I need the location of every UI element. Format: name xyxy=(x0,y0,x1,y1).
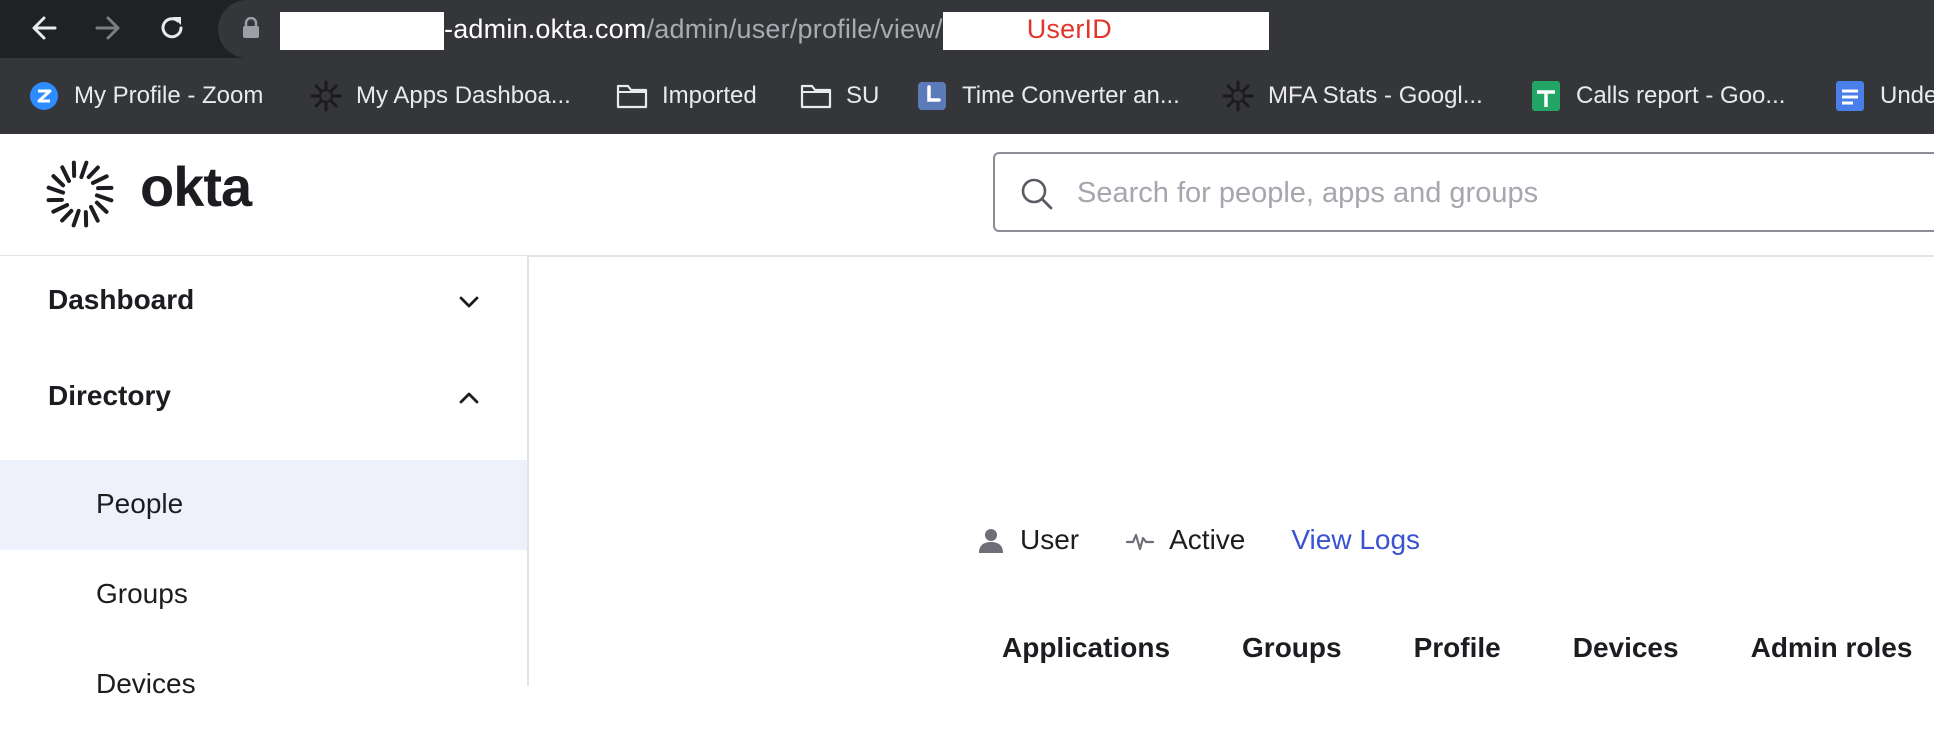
url-path: /admin/user/profile/view/ xyxy=(647,14,943,44)
bookmark-label: My Profile - Zoom xyxy=(74,82,263,110)
brand-wordmark[interactable]: okta xyxy=(140,154,251,219)
bookmark-calls-report[interactable]: Calls report - Goo... xyxy=(1530,58,1785,134)
forward-button[interactable] xyxy=(88,8,128,48)
url-text: -admin.okta.com/admin/user/profile/view/… xyxy=(280,12,1269,50)
user-tabs: Applications Groups Profile Devices Admi… xyxy=(1002,632,1934,664)
okta-logo-icon[interactable] xyxy=(46,160,114,228)
chevron-up-icon xyxy=(455,384,483,412)
app-header: okta xyxy=(0,134,1934,257)
bookmark-label: Time Converter an... xyxy=(962,82,1180,110)
sidebar-nav: Dashboard Directory People Groups Device… xyxy=(0,256,529,686)
folder-icon xyxy=(800,80,832,112)
chevron-down-icon xyxy=(455,288,483,316)
okta-icon xyxy=(310,80,342,112)
lock-icon xyxy=(242,17,260,39)
sidebar-section-directory[interactable]: Directory xyxy=(0,352,527,442)
bookmark-label: Calls report - Goo... xyxy=(1576,82,1785,110)
reload-button[interactable] xyxy=(152,8,192,48)
sidebar-section-label: Directory xyxy=(48,380,171,412)
sidebar-section-dashboard[interactable]: Dashboard xyxy=(0,256,527,346)
sidebar-item-label: Devices xyxy=(96,668,196,700)
arrow-right-icon xyxy=(93,13,123,43)
url-host: -admin.okta.com xyxy=(444,14,647,44)
sheets-icon xyxy=(1530,80,1562,112)
sidebar-item-label: People xyxy=(96,488,183,520)
redacted-subdomain xyxy=(280,12,444,50)
redacted-user-id: UserID xyxy=(943,12,1269,50)
sidebar-section-label: Dashboard xyxy=(48,284,194,316)
tab-admin-roles[interactable]: Admin roles xyxy=(1751,632,1913,664)
bookmark-time-converter[interactable]: Time Converter an... xyxy=(916,58,1180,134)
bookmark-zoom[interactable]: My Profile - Zoom xyxy=(28,58,263,134)
user-status: Active xyxy=(1125,524,1245,556)
okta-icon xyxy=(1222,80,1254,112)
user-icon xyxy=(976,525,1006,555)
bookmark-label: My Apps Dashboa... xyxy=(356,82,571,110)
bookmark-mfa-stats[interactable]: MFA Stats - Googl... xyxy=(1222,58,1483,134)
global-search[interactable] xyxy=(993,152,1934,232)
user-type: User xyxy=(976,524,1079,556)
redacted-user-id-label: UserID xyxy=(1027,14,1112,45)
user-status-label: Active xyxy=(1169,524,1245,556)
sidebar-item-label: Groups xyxy=(96,578,188,610)
bookmark-label: SU xyxy=(846,82,879,110)
sidebar-item-devices[interactable]: Devices xyxy=(0,640,527,730)
sidebar-item-groups[interactable]: Groups xyxy=(0,550,527,640)
tab-applications[interactable]: Applications xyxy=(1002,632,1170,664)
bookmark-my-apps[interactable]: My Apps Dashboa... xyxy=(310,58,571,134)
view-logs-link[interactable]: View Logs xyxy=(1291,524,1420,556)
reload-icon xyxy=(157,13,187,43)
bookmark-docs[interactable]: Unde xyxy=(1834,58,1934,134)
sidebar-item-people[interactable]: People xyxy=(0,460,527,550)
activity-pulse-icon xyxy=(1125,525,1155,555)
bookmarks-bar: My Profile - Zoom My Apps Dashboa... Imp… xyxy=(0,58,1934,135)
search-icon xyxy=(1019,176,1055,212)
browser-toolbar: -admin.okta.com/admin/user/profile/view/… xyxy=(0,0,1934,58)
address-bar[interactable]: -admin.okta.com/admin/user/profile/view/… xyxy=(218,0,1934,58)
bookmark-label: Imported xyxy=(662,82,757,110)
bookmark-label: MFA Stats - Googl... xyxy=(1268,82,1483,110)
docs-icon xyxy=(1834,80,1866,112)
zoom-icon xyxy=(28,80,60,112)
user-type-label: User xyxy=(1020,524,1079,556)
folder-icon xyxy=(616,80,648,112)
bookmark-folder-su[interactable]: SU xyxy=(800,58,879,134)
clock-icon xyxy=(916,80,948,112)
bookmark-folder-imported[interactable]: Imported xyxy=(616,58,757,134)
bookmark-label: Unde xyxy=(1880,82,1934,110)
user-status-row: User Active View Logs xyxy=(976,520,1420,560)
back-button[interactable] xyxy=(24,8,64,48)
search-input[interactable] xyxy=(1075,168,1899,218)
tab-devices[interactable]: Devices xyxy=(1573,632,1679,664)
tab-groups[interactable]: Groups xyxy=(1242,632,1342,664)
arrow-left-icon xyxy=(29,13,59,43)
tab-profile[interactable]: Profile xyxy=(1414,632,1501,664)
